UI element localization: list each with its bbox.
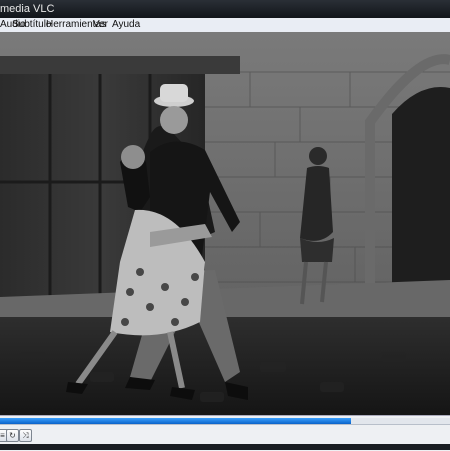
seek-bar[interactable] bbox=[0, 418, 450, 425]
seek-bar-progress bbox=[0, 418, 351, 424]
title-bar: media VLC bbox=[0, 0, 450, 18]
menu-bar: Audio Subtítulo Herramientas Ver Ayuda bbox=[0, 18, 450, 33]
menu-ver[interactable]: Ver bbox=[93, 19, 108, 30]
shuffle-icon[interactable]: ⤨ bbox=[19, 429, 32, 442]
window-title: media VLC bbox=[0, 3, 55, 15]
loop-icon[interactable]: ↻ bbox=[6, 429, 19, 442]
window-bottom-edge bbox=[0, 444, 450, 450]
video-image bbox=[0, 32, 450, 415]
video-frame[interactable] bbox=[0, 32, 450, 415]
menu-ayuda[interactable]: Ayuda bbox=[112, 19, 140, 30]
